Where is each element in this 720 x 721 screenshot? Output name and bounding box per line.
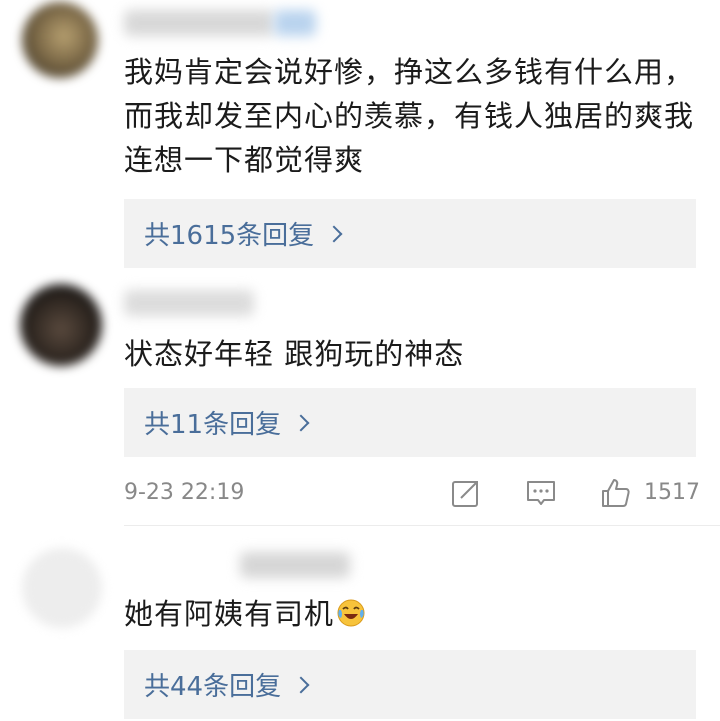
reply-summary-box[interactable]: 共1615条回复 xyxy=(124,199,696,268)
comment-meta-row: 9-23 22:19 1517 xyxy=(124,474,700,514)
share-icon[interactable] xyxy=(449,476,483,510)
chevron-right-icon xyxy=(292,676,310,693)
thumbs-up-icon[interactable] xyxy=(599,476,633,510)
comment-text: 状态好年轻 跟狗玩的神态 xyxy=(124,337,465,371)
laughing-tears-emoji-icon xyxy=(337,599,365,627)
comment-text: 她有阿姨有司机 xyxy=(124,592,704,636)
comment-timestamp: 9-23 22:19 xyxy=(124,480,245,505)
chevron-right-icon xyxy=(325,225,343,242)
view-replies-link[interactable]: 共1615条回复 xyxy=(144,215,343,252)
username[interactable] xyxy=(124,290,254,316)
avatar[interactable] xyxy=(20,284,102,366)
username[interactable] xyxy=(124,10,274,36)
comment-item: 我妈肯定会说好惨，挣这么多钱有什么用，而我却发至内心的羡慕，有钱人独居的爽我连想… xyxy=(0,0,720,280)
user-badge xyxy=(274,10,316,36)
view-replies-link[interactable]: 共11条回复 xyxy=(144,404,310,441)
reply-summary-box[interactable]: 共44条回复 xyxy=(124,650,696,719)
username[interactable] xyxy=(240,552,350,578)
comment-icon[interactable] xyxy=(524,476,558,510)
comment-thread: 我妈肯定会说好惨，挣这么多钱有什么用，而我却发至内心的羡慕，有钱人独居的爽我连想… xyxy=(0,0,720,721)
avatar[interactable] xyxy=(22,548,102,628)
reply-summary-box[interactable]: 共11条回复 xyxy=(124,388,696,457)
replies-count-label: 共1615条回复 xyxy=(144,221,315,251)
comment-text: 我妈肯定会说好惨，挣这么多钱有什么用，而我却发至内心的羡慕，有钱人独居的爽我连想… xyxy=(124,55,695,177)
comment-item: 她有阿姨有司机 共44条回复 xyxy=(0,526,720,721)
view-replies-link[interactable]: 共44条回复 xyxy=(144,666,310,703)
replies-count-label: 共44条回复 xyxy=(144,672,282,702)
comment-text-body: 她有阿姨有司机 xyxy=(124,597,335,631)
avatar[interactable] xyxy=(22,2,98,78)
replies-count-label: 共11条回复 xyxy=(144,410,282,440)
like-count: 1517 xyxy=(644,480,700,505)
chevron-right-icon xyxy=(292,414,310,431)
